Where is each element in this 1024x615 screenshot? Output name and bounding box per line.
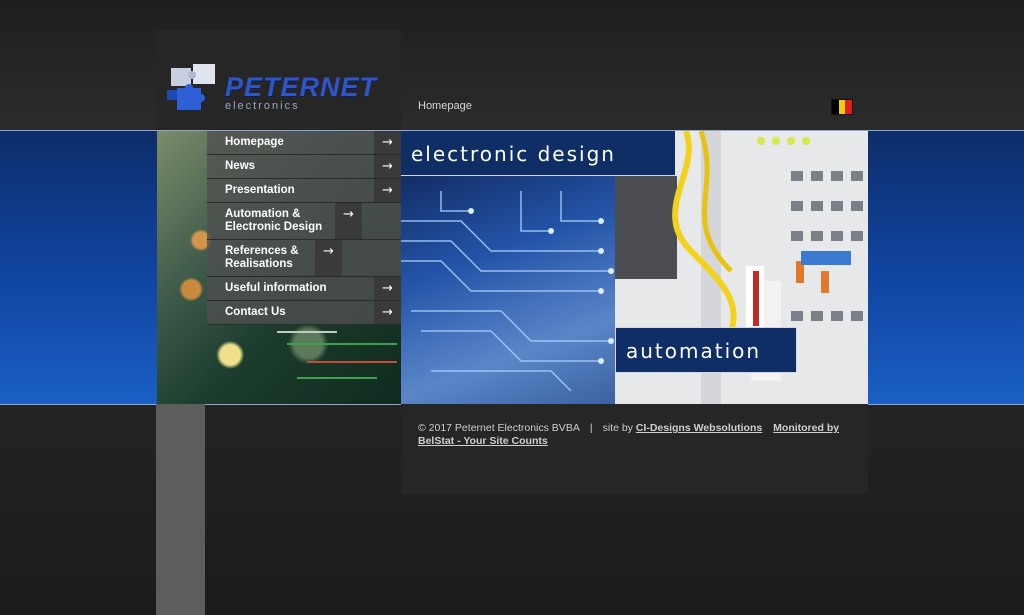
main-menu: Homepage → News → Presentation → Automat…: [207, 131, 401, 325]
menu-item-contact-us[interactable]: Contact Us →: [207, 301, 401, 325]
footer-separator: |: [589, 422, 593, 434]
arrow-right-icon: →: [374, 277, 401, 300]
menu-item-label: References & Realisations: [225, 245, 299, 270]
flag-stripe-red: [845, 100, 853, 114]
puzzle-logo-icon: [167, 64, 215, 110]
menu-item-news[interactable]: News →: [207, 155, 401, 179]
hero-banner: electronic design automation: [401, 131, 868, 404]
arrow-right-icon: →: [374, 131, 401, 154]
menu-item-useful-information[interactable]: Useful information →: [207, 277, 401, 301]
menu-item-presentation[interactable]: Presentation →: [207, 179, 401, 203]
menu-item-label: Presentation: [225, 184, 295, 196]
arrow-right-icon: →: [374, 301, 401, 324]
copyright-text: © 2017 Peternet Electronics BVBA: [418, 422, 580, 434]
flag-stripe-black: [832, 100, 839, 114]
flag-stripe-yellow: [838, 100, 846, 114]
footer: © 2017 Peternet Electronics BVBA | site by…: [418, 422, 858, 448]
left-grey-strip: [156, 404, 205, 615]
menu-item-references-realisations[interactable]: References & Realisations →: [207, 240, 401, 277]
menu-item-automation-electronic-design[interactable]: Automation & Electronic Design →: [207, 203, 401, 240]
electronic-design-text: electronic design: [411, 142, 616, 166]
menu-item-label: Useful information: [225, 282, 327, 294]
logo-wordmark: PETERNET: [225, 72, 378, 102]
footer-background: [401, 404, 868, 494]
arrow-right-icon: →: [374, 179, 401, 202]
belgium-flag-icon[interactable]: [831, 99, 853, 115]
arrow-right-icon: →: [374, 155, 401, 178]
automation-caption: automation: [615, 327, 797, 373]
arrow-right-icon: →: [315, 240, 342, 276]
automation-text: automation: [626, 339, 762, 363]
menu-item-label: Homepage: [225, 136, 284, 148]
electronic-design-caption: electronic design: [401, 131, 675, 176]
logo-subtitle: electronics: [225, 100, 300, 112]
menu-item-label: Contact Us: [225, 306, 286, 318]
arrow-right-icon: →: [335, 203, 362, 239]
breadcrumb: Homepage: [418, 100, 472, 112]
menu-item-label: Automation & Electronic Design: [225, 208, 323, 233]
site-by-text: site by: [602, 422, 636, 434]
peternet-logo[interactable]: PETERNET electronics: [165, 60, 395, 120]
menu-item-label: News: [225, 160, 256, 172]
menu-item-homepage[interactable]: Homepage →: [207, 131, 401, 155]
ci-designs-link[interactable]: CI-Designs Websolutions: [636, 422, 762, 434]
